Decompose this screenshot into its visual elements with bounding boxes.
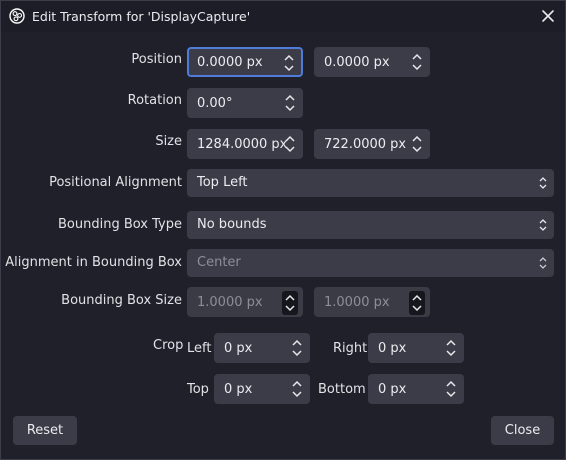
position-y-input[interactable]: 0.0000 px (314, 47, 430, 77)
close-button[interactable]: Close (491, 416, 554, 445)
rotation-value: 0.00° (197, 96, 233, 111)
spin-arrows-icon[interactable] (282, 133, 298, 155)
spin-arrows-icon[interactable] (289, 378, 305, 400)
bounding-box-type-value: No bounds (197, 217, 267, 232)
positional-alignment-label: Positional Alignment (49, 175, 182, 190)
crop-left-input[interactable]: 0 px (214, 333, 310, 363)
bounding-box-size-label: Bounding Box Size (61, 293, 182, 308)
position-y-value: 0.0000 px (324, 55, 390, 70)
position-x-value: 0.0000 px (197, 55, 263, 70)
updown-chevron-icon (539, 219, 547, 231)
crop-left-label: Left (187, 341, 212, 356)
positional-alignment-value: Top Left (197, 175, 248, 190)
rotation-input[interactable]: 0.00° (187, 88, 303, 118)
crop-top-value: 0 px (224, 382, 253, 397)
crop-bottom-input[interactable]: 0 px (368, 374, 464, 404)
rotation-label: Rotation (127, 93, 182, 108)
spin-arrows-icon[interactable] (409, 133, 425, 155)
alignment-in-bounding-box-select[interactable]: Center (187, 249, 554, 277)
spin-arrows-icon[interactable] (443, 337, 459, 359)
spin-arrows-icon[interactable] (289, 337, 305, 359)
updown-chevron-icon (539, 177, 547, 189)
bounding-box-type-select[interactable]: No bounds (187, 211, 554, 239)
bounding-box-height-input[interactable]: 1.0000 px (314, 287, 430, 317)
size-width-input[interactable]: 1284.0000 px (187, 129, 303, 159)
crop-right-input[interactable]: 0 px (368, 333, 464, 363)
bounding-box-width-value: 1.0000 px (197, 295, 263, 310)
spin-arrows-icon[interactable] (409, 51, 425, 73)
bounding-box-height-value: 1.0000 px (324, 295, 390, 310)
spin-arrows-icon[interactable] (282, 92, 298, 114)
window-title: Edit Transform for 'DisplayCapture' (32, 9, 251, 24)
crop-right-value: 0 px (378, 341, 407, 356)
spin-arrows-icon[interactable] (282, 291, 298, 315)
spin-arrows-icon[interactable] (409, 291, 425, 315)
close-icon[interactable] (539, 7, 557, 25)
crop-label: Crop (153, 338, 184, 353)
position-x-input[interactable]: 0.0000 px (187, 47, 303, 77)
positional-alignment-select[interactable]: Top Left (187, 169, 554, 197)
spin-arrows-icon[interactable] (281, 52, 297, 74)
reset-button[interactable]: Reset (13, 416, 77, 445)
title-bar: Edit Transform for 'DisplayCapture' (1, 1, 565, 32)
crop-bottom-value: 0 px (378, 382, 407, 397)
position-label: Position (131, 52, 182, 67)
size-height-input[interactable]: 722.0000 px (314, 129, 430, 159)
crop-top-input[interactable]: 0 px (214, 374, 310, 404)
size-width-value: 1284.0000 px (197, 137, 288, 152)
edit-transform-dialog: Edit Transform for 'DisplayCapture' Posi… (0, 0, 566, 460)
alignment-in-bounding-box-label: Alignment in Bounding Box (5, 255, 182, 270)
size-height-value: 722.0000 px (324, 137, 407, 152)
bounding-box-width-input[interactable]: 1.0000 px (187, 287, 303, 317)
crop-right-label: Right (333, 341, 368, 356)
crop-left-value: 0 px (224, 341, 253, 356)
obs-logo-icon (9, 8, 25, 24)
crop-bottom-label: Bottom (318, 382, 366, 397)
alignment-in-bounding-box-value: Center (197, 255, 241, 270)
size-label: Size (155, 134, 182, 149)
spin-arrows-icon[interactable] (443, 378, 459, 400)
updown-chevron-icon (539, 257, 547, 269)
bounding-box-type-label: Bounding Box Type (58, 217, 182, 232)
crop-top-label: Top (187, 382, 209, 397)
